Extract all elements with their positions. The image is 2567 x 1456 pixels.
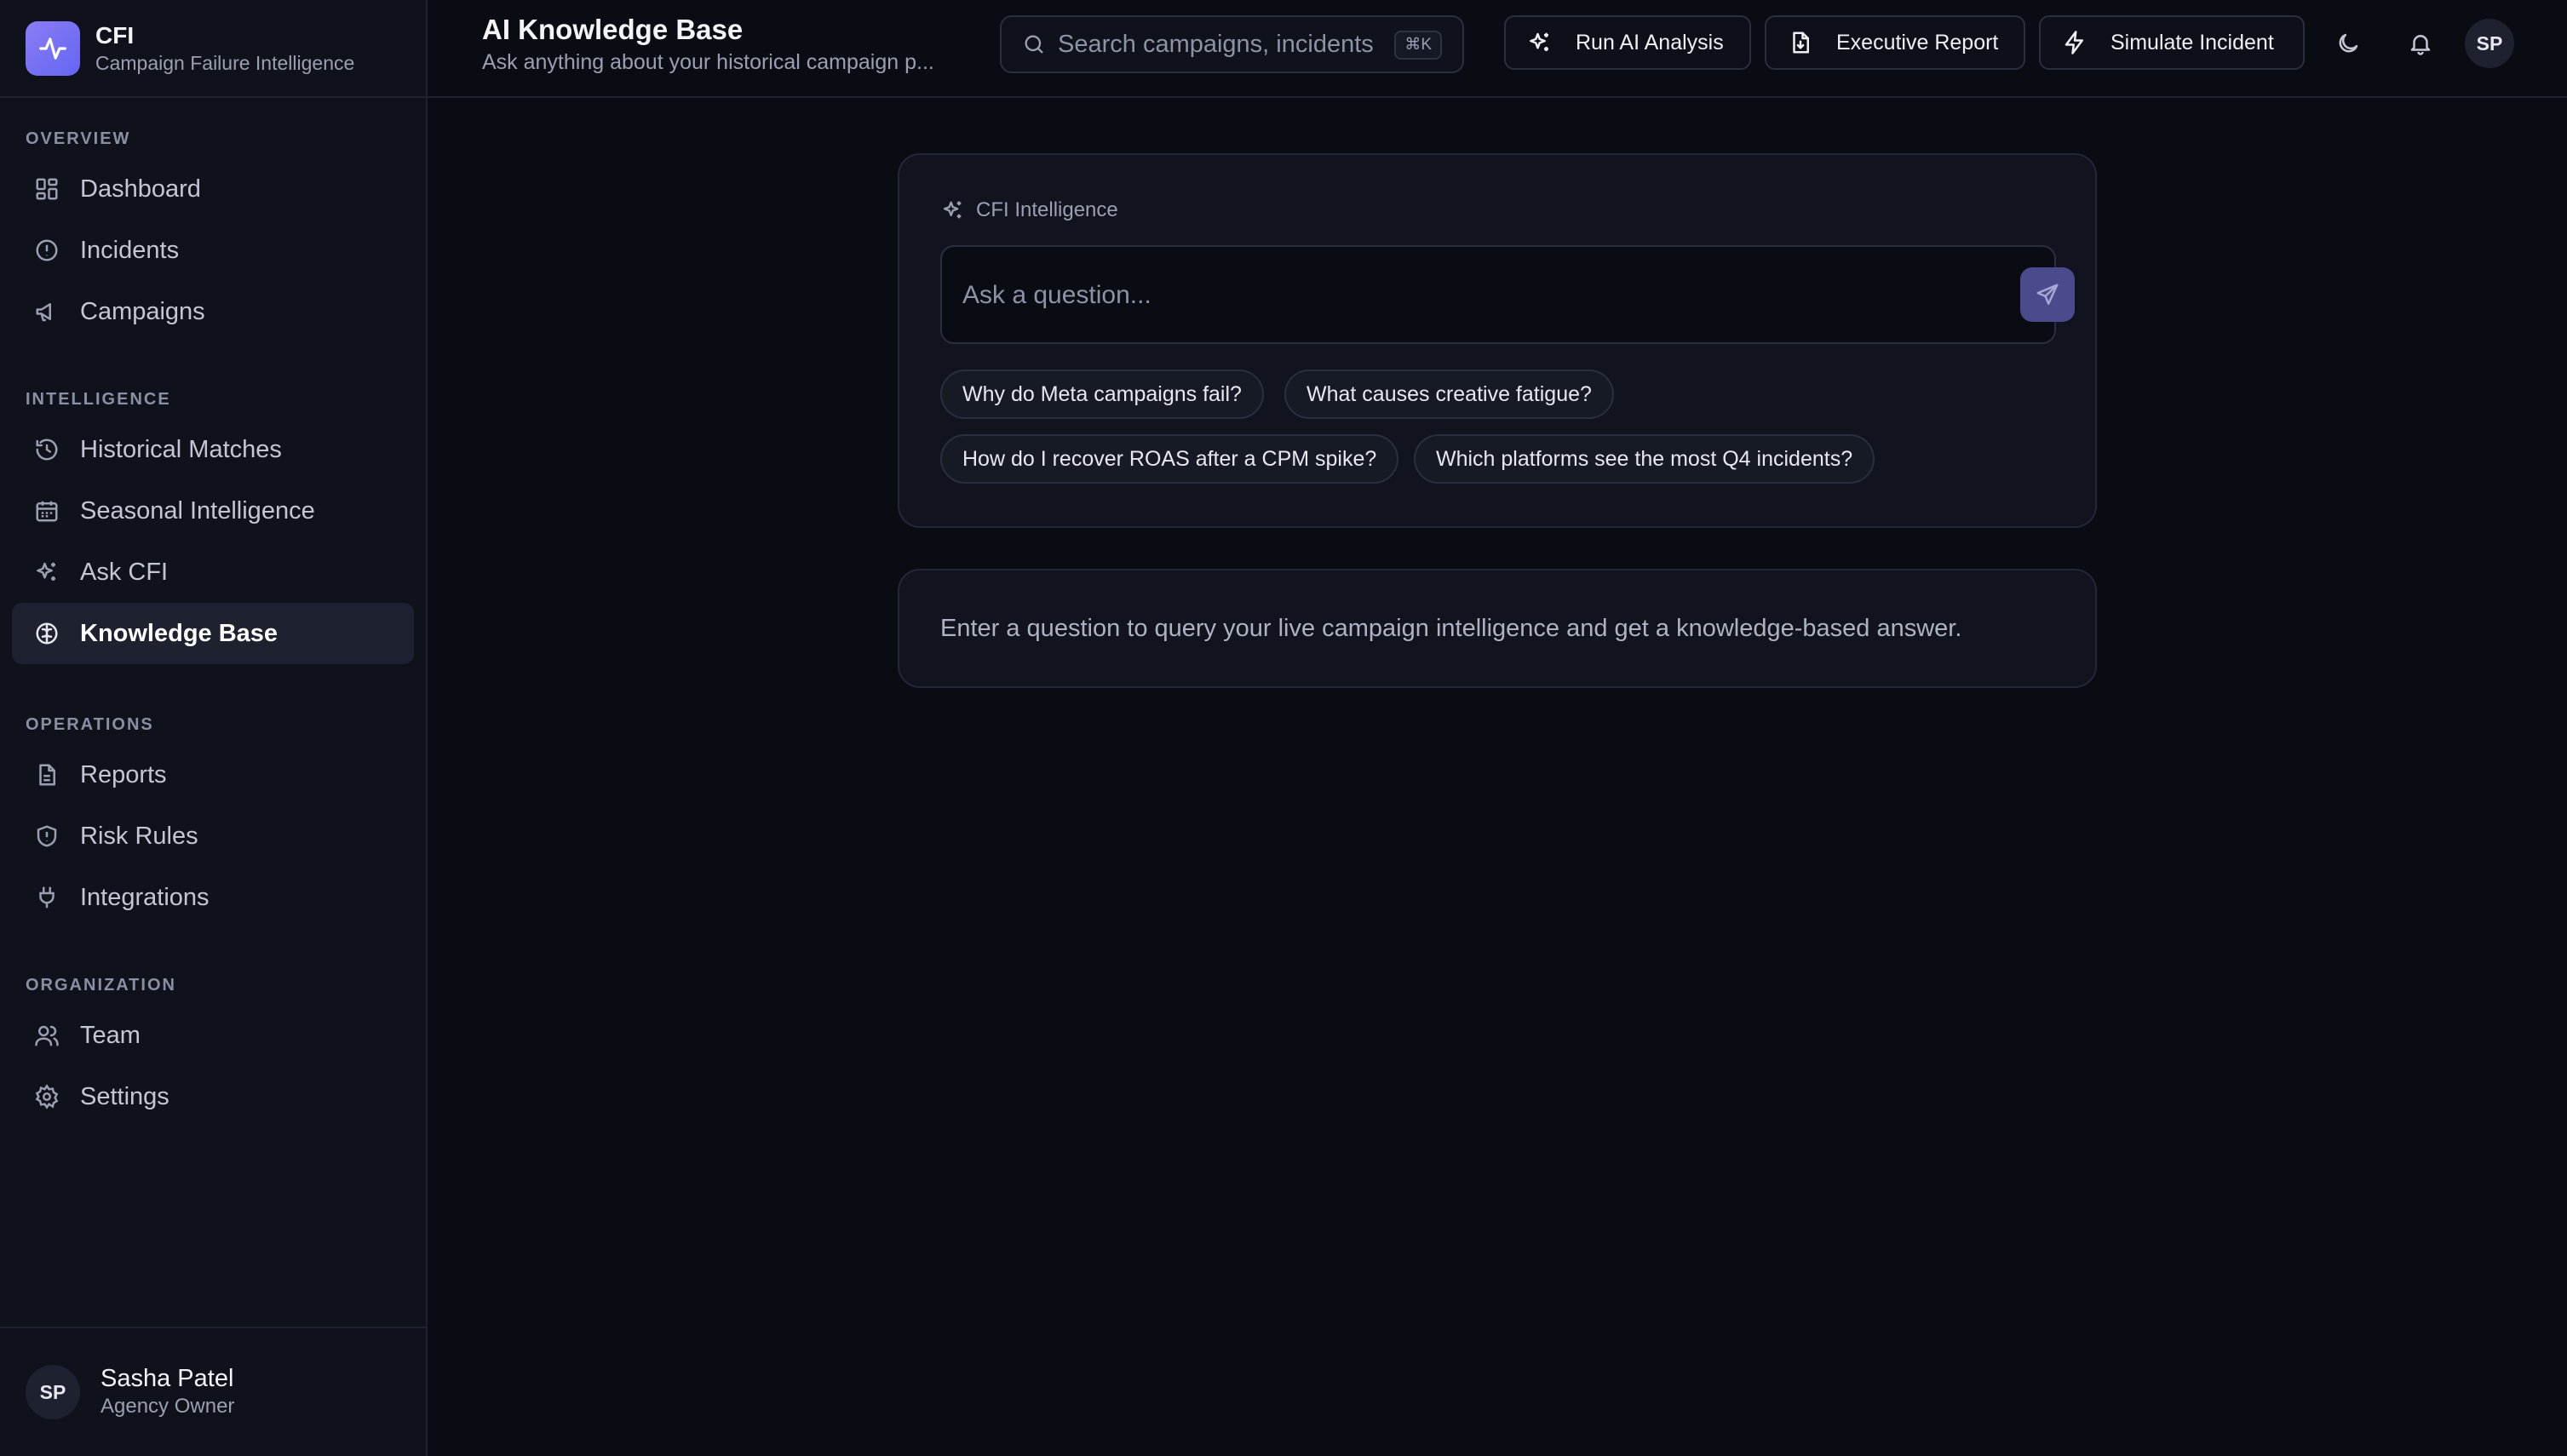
shield-icon <box>32 822 61 851</box>
send-button[interactable] <box>2020 267 2075 322</box>
sidebar: CFI Campaign Failure Intelligence OVERVI… <box>0 0 428 1456</box>
sidebar-item-seasonal-intelligence[interactable]: Seasonal Intelligence <box>12 480 414 542</box>
send-icon <box>2035 282 2060 307</box>
run-ai-analysis-label: Run AI Analysis <box>1576 30 1724 54</box>
sidebar-item-dashboard[interactable]: Dashboard <box>12 158 414 220</box>
brain-icon <box>32 619 61 648</box>
notification-bell-icon[interactable] <box>2399 22 2442 65</box>
sidebar-item-label: Campaigns <box>80 297 205 325</box>
sidebar-item-campaigns[interactable]: Campaigns <box>12 281 414 342</box>
nav-section-overview: OVERVIEW Dashboard Incidents Campaigns <box>0 126 426 342</box>
sidebar-item-risk-rules[interactable]: Risk Rules <box>12 805 414 867</box>
nav-heading-intelligence: INTELLIGENCE <box>26 390 171 409</box>
simulate-incident-label: Simulate Incident <box>2110 30 2274 54</box>
dashboard-icon <box>32 175 61 203</box>
search-input[interactable] <box>1058 30 1390 59</box>
sidebar-item-label: Risk Rules <box>80 822 198 850</box>
suggestion-chip[interactable]: Which platforms see the most Q4 incident… <box>1414 434 1875 484</box>
page-title: AI Knowledge Base <box>482 14 744 45</box>
card-label-text: CFI Intelligence <box>976 198 1118 221</box>
sidebar-item-historical-matches[interactable]: Historical Matches <box>12 419 414 480</box>
card-label: CFI Intelligence <box>940 198 1118 223</box>
sidebar-item-label: Ask CFI <box>80 558 169 586</box>
gear-icon <box>32 1082 61 1111</box>
sidebar-item-label: Integrations <box>80 883 210 911</box>
megaphone-icon <box>32 297 61 326</box>
user-name: Sasha Patel <box>100 1365 234 1392</box>
user-profile[interactable]: SP Sasha Patel Agency Owner <box>0 1327 426 1456</box>
sparkles-icon <box>1526 29 1553 56</box>
sidebar-item-ask-cfi[interactable]: Ask CFI <box>12 542 414 603</box>
brand-subtitle: Campaign Failure Intelligence <box>95 51 355 74</box>
nav-heading-overview: OVERVIEW <box>26 129 131 148</box>
sidebar-item-label: Seasonal Intelligence <box>80 496 315 525</box>
empty-state-message: Enter a question to query your live camp… <box>940 615 1962 642</box>
sidebar-item-team[interactable]: Team <box>12 1005 414 1066</box>
search-shortcut: ⌘K <box>1394 31 1442 60</box>
history-icon <box>32 435 61 464</box>
answer-panel: Enter a question to query your live camp… <box>898 569 2097 688</box>
run-ai-analysis-button[interactable]: Run AI Analysis <box>1504 15 1751 70</box>
sidebar-item-label: Team <box>80 1021 141 1049</box>
pulse-icon[interactable] <box>26 20 80 76</box>
suggestion-chip[interactable]: Why do Meta campaigns fail? <box>940 370 1264 419</box>
nav-section-intelligence: INTELLIGENCE Historical Matches Seasonal… <box>0 387 426 664</box>
sparkles-icon <box>32 558 61 587</box>
executive-report-button[interactable]: Executive Report <box>1765 15 2025 70</box>
brand-name: CFI <box>95 21 135 49</box>
user-role: Agency Owner <box>100 1395 235 1418</box>
lightning-icon <box>2061 29 2088 56</box>
search-bar[interactable]: ⌘K <box>1000 15 1464 73</box>
sidebar-item-label: Dashboard <box>80 175 201 203</box>
brand: CFI Campaign Failure Intelligence <box>0 0 426 98</box>
sparkles-icon <box>940 198 966 223</box>
avatar: SP <box>26 1365 80 1419</box>
file-download-icon <box>1787 29 1814 56</box>
theme-toggle-moon-icon[interactable] <box>2327 22 2369 65</box>
calendar-icon <box>32 496 61 525</box>
plug-icon <box>32 883 61 912</box>
question-box <box>940 245 2075 344</box>
sidebar-item-label: Incidents <box>80 236 180 264</box>
sidebar-item-reports[interactable]: Reports <box>12 744 414 805</box>
ask-question-card: CFI Intelligence Why do Meta campaigns f… <box>898 153 2097 528</box>
sidebar-item-integrations[interactable]: Integrations <box>12 867 414 928</box>
nav-heading-organization: ORGANIZATION <box>26 976 176 995</box>
top-bar: AI Knowledge Base Ask anything about you… <box>428 0 2567 98</box>
suggestion-chip[interactable]: How do I recover ROAS after a CPM spike? <box>940 434 1399 484</box>
nav-section-operations: OPERATIONS Reports Risk Rules Integratio… <box>0 712 426 928</box>
executive-report-label: Executive Report <box>1836 30 1999 54</box>
page-subtitle: Ask anything about your historical campa… <box>482 50 934 74</box>
sidebar-item-label: Settings <box>80 1082 169 1110</box>
users-icon <box>32 1021 61 1050</box>
sidebar-item-settings[interactable]: Settings <box>12 1066 414 1127</box>
sidebar-item-label: Historical Matches <box>80 435 282 463</box>
file-icon <box>32 760 61 789</box>
simulate-incident-button[interactable]: Simulate Incident <box>2039 15 2305 70</box>
nav-heading-operations: OPERATIONS <box>26 715 154 734</box>
alert-circle-icon <box>32 236 61 265</box>
question-input[interactable] <box>962 272 1950 318</box>
sidebar-item-incidents[interactable]: Incidents <box>12 220 414 281</box>
suggestion-chip[interactable]: What causes creative fatigue? <box>1284 370 1614 419</box>
search-icon <box>1022 32 1046 56</box>
sidebar-item-knowledge-base[interactable]: Knowledge Base <box>12 603 414 664</box>
sidebar-item-label: Knowledge Base <box>80 619 279 647</box>
avatar[interactable]: SP <box>2465 19 2514 68</box>
sidebar-item-label: Reports <box>80 760 167 788</box>
nav-section-organization: ORGANIZATION Team Settings <box>0 972 426 1127</box>
